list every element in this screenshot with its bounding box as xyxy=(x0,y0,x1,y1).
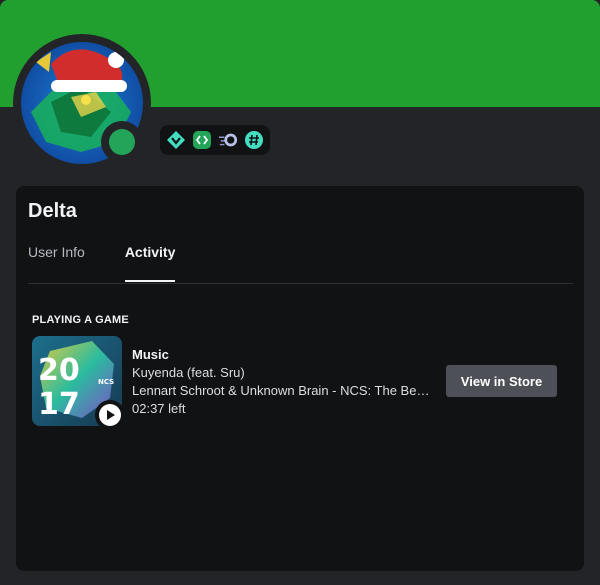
activity-game-name: Music xyxy=(132,347,169,362)
activity-track-title: Kuyenda (feat. Sru) xyxy=(132,365,245,380)
tabs-divider xyxy=(28,283,573,284)
activity-time-left: 02:37 left xyxy=(132,401,186,416)
activity-small-image xyxy=(95,400,125,430)
active-developer-badge-icon[interactable] xyxy=(192,130,212,150)
nitro-orbit-badge-icon[interactable] xyxy=(218,130,238,150)
profile-card: Delta User Info Activity PLAYING A GAME xyxy=(16,186,584,571)
activity-track-artists: Lennart Schroot & Unknown Brain - NCS: T… xyxy=(132,383,432,398)
tab-user-info[interactable]: User Info xyxy=(28,244,85,282)
activity-section-label: PLAYING A GAME xyxy=(32,314,129,326)
hypesquad-balance-badge-icon[interactable] xyxy=(166,130,186,150)
badge-list xyxy=(160,125,270,155)
online-status-icon xyxy=(109,129,135,155)
art-year-top: 20 xyxy=(38,353,80,388)
activity-details: Music Kuyenda (feat. Sru) Lennart Schroo… xyxy=(132,346,432,418)
quest-hashtag-badge-icon[interactable] xyxy=(244,130,264,150)
username: Delta xyxy=(28,200,77,222)
view-in-store-button[interactable]: View in Store xyxy=(446,365,557,397)
art-year-bottom: 17 xyxy=(38,387,80,422)
user-profile-popout: Delta User Info Activity PLAYING A GAME xyxy=(0,0,600,585)
play-icon xyxy=(99,404,121,426)
profile-tabs: User Info Activity xyxy=(28,244,176,282)
ncs-logo: NCS xyxy=(98,378,114,386)
tab-activity[interactable]: Activity xyxy=(124,244,176,282)
